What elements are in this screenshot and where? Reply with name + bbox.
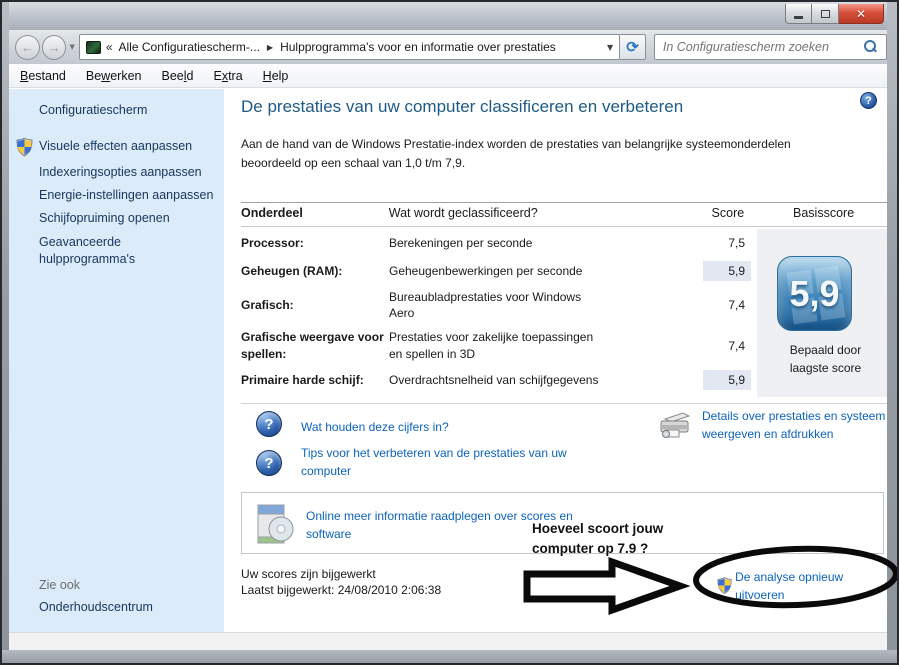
maximize-button[interactable]: [812, 4, 839, 24]
breadcrumb-root[interactable]: Alle Configuratiescherm-...: [119, 40, 260, 54]
address-bar[interactable]: « Alle Configuratiescherm-... ▶ Hulpprog…: [78, 34, 621, 60]
breadcrumb-overflow-chevron[interactable]: «: [106, 40, 113, 54]
close-button[interactable]: ✕: [839, 4, 884, 24]
search-icon[interactable]: [862, 39, 878, 55]
maximize-icon: [820, 9, 830, 18]
printer-icon: [660, 412, 691, 438]
sidebar-item-configuratiescherm[interactable]: Configuratiescherm: [39, 103, 147, 117]
breadcrumb-separator-icon: ▶: [266, 42, 274, 52]
section-divider: [241, 403, 891, 404]
window-frame-bottom: [2, 650, 897, 663]
history-caret-icon[interactable]: ▼: [69, 43, 74, 51]
details-print-link[interactable]: Details over prestaties en systeem weerg…: [702, 407, 897, 443]
performance-tips-link[interactable]: Tips voor het verbeteren van de prestati…: [301, 444, 581, 480]
window-frame-left: [2, 2, 9, 663]
uac-shield-icon: [16, 138, 33, 157]
base-score-value: 5,9: [789, 272, 840, 314]
component-description: Berekeningen per seconde: [389, 235, 533, 250]
table-row: Grafische weergave voor spellen: Prestat…: [241, 325, 772, 365]
minimize-button[interactable]: [785, 4, 812, 24]
score-value: 5,9: [703, 261, 751, 281]
navigation-bar: ← → ▼ « Alle Configuratiescherm-... ▶ Hu…: [9, 30, 887, 64]
scores-updated-text: Uw scores zijn bijgewerkt: [241, 567, 376, 581]
score-value: 7,4: [728, 298, 745, 313]
title-bar: ✕: [2, 2, 897, 30]
refresh-button[interactable]: ⟳: [620, 34, 646, 60]
header-onderdeel: Onderdeel: [241, 206, 303, 220]
component-description: Bureaubladprestaties voor Windows Aero: [389, 290, 582, 321]
sidebar-item-geavanceerde-hulpprogrammas[interactable]: Geavanceerde hulpprogramma's: [39, 234, 219, 268]
rerun-analysis[interactable]: De analyse opnieuw uitvoeren: [717, 568, 887, 604]
window-controls: ✕: [785, 4, 884, 24]
menu-bewerken[interactable]: Bewerken: [76, 69, 152, 83]
component-name: Grafische weergave voor spellen:: [241, 330, 384, 361]
header-score: Score: [711, 206, 745, 220]
header-basisscore: Basisscore: [793, 206, 855, 220]
address-dropdown-icon[interactable]: ▼: [607, 43, 613, 52]
base-score-panel: 5,9 Bepaald door laagste score: [757, 229, 894, 397]
search-box: [653, 34, 887, 60]
component-description: Prestaties voor zakelijke toepassingen e…: [389, 330, 594, 361]
table-row: Primaire harde schijf: Overdrachtsnelhei…: [241, 366, 772, 394]
menu-bar: Bestand Bewerken Beeld Extra Help: [9, 64, 887, 88]
sidebar: Configuratiescherm Visuele effecten aanp…: [9, 89, 224, 632]
main-content: ? De prestaties van uw computer classifi…: [224, 89, 894, 632]
score-table: Processor: Berekeningen per seconde 7,5 …: [241, 229, 772, 394]
annotation-text: Hoeveel scoort jouw computer op 7.9 ?: [532, 521, 664, 557]
refresh-icon: ⟳: [626, 39, 639, 56]
score-value: 5,9: [703, 369, 751, 390]
menu-bestand[interactable]: Bestand: [9, 69, 76, 83]
table-row: Geheugen (RAM): Geheugenbewerkingen per …: [241, 257, 772, 285]
uac-shield-icon: [717, 577, 732, 594]
breadcrumb-current[interactable]: Hulpprogramma's voor en informatie over …: [280, 40, 556, 54]
menu-beeld[interactable]: Beeld: [151, 69, 203, 83]
question-icon[interactable]: ?: [256, 411, 282, 437]
base-score-caption: Bepaald door laagste score: [789, 343, 862, 375]
forward-button[interactable]: →: [41, 34, 67, 60]
score-value: 7,5: [728, 236, 745, 250]
see-also-header: Zie ook: [39, 578, 80, 592]
base-score-badge: 5,9: [777, 256, 852, 331]
component-name: Primaire harde schijf:: [241, 372, 364, 387]
sidebar-item-schijfopruiming[interactable]: Schijfopruiming openen: [39, 211, 219, 225]
app-window: ✕ ← → ▼ « Alle Configuratiescherm-... ▶ …: [0, 0, 899, 665]
forward-icon: →: [47, 39, 61, 55]
help-icon: ?: [865, 94, 872, 107]
table-top-divider: [241, 202, 891, 203]
back-button[interactable]: ←: [15, 34, 40, 60]
rerun-analysis-link[interactable]: De analyse opnieuw uitvoeren: [735, 568, 887, 604]
control-panel-icon: [85, 40, 101, 54]
intro-text: Aan de hand van de Windows Prestatie-ind…: [241, 137, 791, 170]
minimize-icon: [794, 16, 803, 19]
last-updated-text: Laatst bijgewerkt: 24/08/2010 2:06:38: [241, 583, 442, 597]
header-wat-wordt-geclassificeerd: Wat wordt geclassificeerd?: [388, 206, 538, 220]
question-icon[interactable]: ?: [256, 450, 282, 476]
sidebar-item-onderhoudscentrum[interactable]: Onderhoudscentrum: [39, 600, 153, 614]
search-input[interactable]: [654, 40, 862, 54]
menu-help[interactable]: Help: [253, 69, 299, 83]
window-body: Configuratiescherm Visuele effecten aanp…: [9, 89, 894, 632]
table-row: Processor: Berekeningen per seconde 7,5: [241, 229, 772, 257]
component-name: Grafisch:: [241, 298, 294, 313]
sidebar-item-visuele-effecten[interactable]: Visuele effecten aanpassen: [39, 139, 219, 153]
window-frame-right: [887, 2, 897, 663]
back-icon: ←: [20, 39, 34, 55]
component-description: Geheugenbewerkingen per seconde: [389, 263, 583, 278]
sidebar-item-indexeringsopties[interactable]: Indexeringsopties aanpassen: [39, 165, 219, 179]
close-icon: ✕: [855, 6, 867, 21]
score-value: 7,4: [728, 338, 745, 353]
table-row: Grafisch: Bureaubladprestaties voor Wind…: [241, 285, 772, 325]
component-name: Geheugen (RAM):: [241, 263, 343, 278]
component-name: Processor:: [241, 235, 304, 250]
page-title: De prestaties van uw computer classifice…: [241, 97, 684, 116]
sidebar-item-energie-instellingen[interactable]: Energie-instellingen aanpassen: [39, 188, 219, 202]
component-description: Overdrachtsnelheid van schijfgegevens: [389, 372, 599, 387]
table-header-divider: [241, 226, 891, 227]
table-header-row: Onderdeel Wat wordt geclassificeerd? Sco…: [241, 206, 891, 220]
software-box-icon: [257, 504, 294, 544]
menu-extra[interactable]: Extra: [203, 69, 252, 83]
what-do-numbers-mean-link[interactable]: Wat houden deze cijfers in?: [301, 418, 449, 436]
help-button[interactable]: ?: [860, 92, 877, 109]
